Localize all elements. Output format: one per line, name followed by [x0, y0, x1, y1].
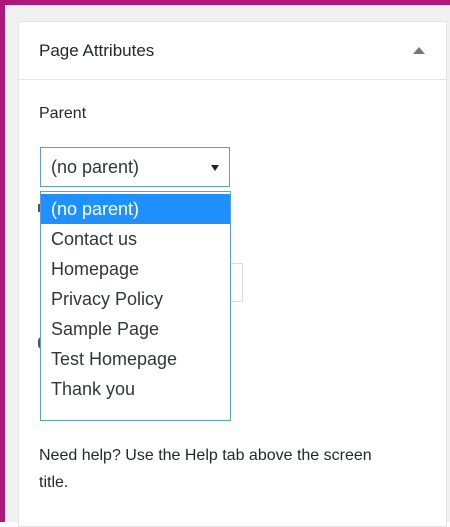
- dropdown-option[interactable]: Homepage: [41, 254, 230, 284]
- parent-dropdown-list: (no parent) Contact us Homepage Privacy …: [40, 191, 231, 421]
- panel-title: Page Attributes: [39, 41, 155, 60]
- dropdown-option[interactable]: Privacy Policy: [41, 284, 230, 314]
- parent-select[interactable]: (no parent): [40, 147, 230, 187]
- help-text: Need help? Use the Help tab above the sc…: [39, 447, 372, 491]
- dropdown-option[interactable]: Contact us: [41, 224, 230, 254]
- dropdown-option[interactable]: Thank you: [41, 374, 230, 404]
- collapse-toggle-icon[interactable]: [413, 47, 425, 54]
- chevron-down-icon: [211, 165, 219, 171]
- dropdown-option[interactable]: Sample Page: [41, 314, 230, 344]
- screenshot-frame: Page Attributes Parent (no parent) (no p…: [0, 0, 450, 527]
- parent-select-value: (no parent): [51, 157, 140, 177]
- panel-header[interactable]: Page Attributes: [19, 22, 446, 80]
- page-attributes-panel: Page Attributes Parent (no parent) (no p…: [18, 21, 447, 527]
- dropdown-option[interactable]: (no parent): [41, 194, 230, 224]
- parent-label: Parent: [39, 105, 87, 122]
- dropdown-option[interactable]: Test Homepage: [41, 344, 230, 374]
